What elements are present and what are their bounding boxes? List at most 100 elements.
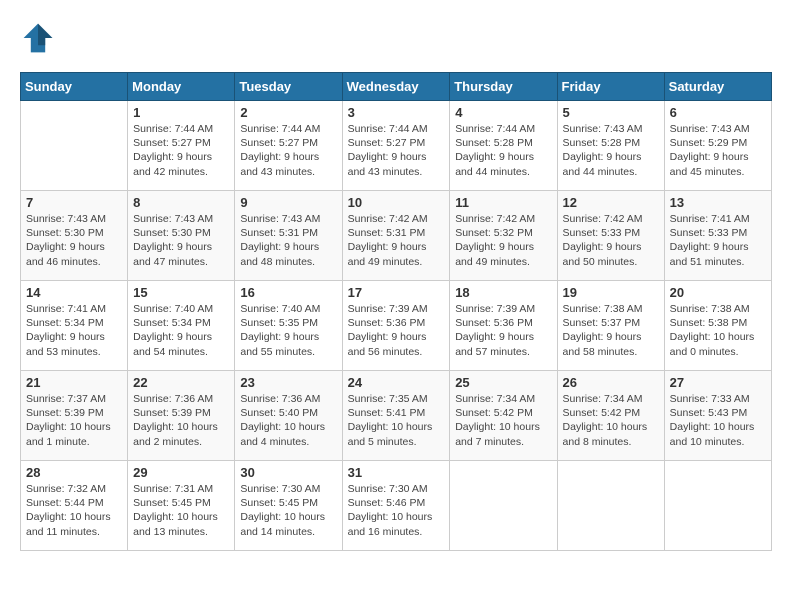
calendar-cell: 28Sunrise: 7:32 AM Sunset: 5:44 PM Dayli… [21,461,128,551]
day-number: 10 [348,195,445,210]
calendar-cell: 17 Sunrise: 7:39 AM Sunset: 5:36 PM Dayli… [342,281,450,371]
calendar-cell: 20Sunrise: 7:38 AM Sunset: 5:38 PM Dayli… [664,281,771,371]
day-info: Sunrise: 7:34 AM Sunset: 5:42 PM Dayligh… [455,392,551,449]
calendar-cell: 25 Sunrise: 7:34 AM Sunset: 5:42 PM Dayli… [450,371,557,461]
calendar-cell: 1 Sunrise: 7:44 AM Sunset: 5:27 PM Daylig… [128,101,235,191]
day-number: 7 [26,195,122,210]
day-number: 24 [348,375,445,390]
calendar-cell: 5 Sunrise: 7:43 AM Sunset: 5:28 PM Daylig… [557,101,664,191]
day-number: 25 [455,375,551,390]
day-info: Sunrise: 7:30 AM Sunset: 5:45 PM Dayligh… [240,482,336,539]
day-number: 31 [348,465,445,480]
day-info: Sunrise: 7:40 AM Sunset: 5:35 PM Dayligh… [240,302,336,359]
day-number: 6 [670,105,766,120]
day-info: Sunrise: 7:44 AM Sunset: 5:27 PM Dayligh… [240,122,336,179]
calendar-cell [21,101,128,191]
calendar-body: 1 Sunrise: 7:44 AM Sunset: 5:27 PM Daylig… [21,101,772,551]
calendar-header: SundayMondayTuesdayWednesdayThursdayFrid… [21,73,772,101]
day-info: Sunrise: 7:31 AM Sunset: 5:45 PM Dayligh… [133,482,229,539]
calendar-cell: 19 Sunrise: 7:38 AM Sunset: 5:37 PM Dayli… [557,281,664,371]
calendar-cell: 31 Sunrise: 7:30 AM Sunset: 5:46 PM Dayli… [342,461,450,551]
day-number: 1 [133,105,229,120]
weekday-tuesday: Tuesday [235,73,342,101]
weekday-thursday: Thursday [450,73,557,101]
weekday-saturday: Saturday [664,73,771,101]
day-info: Sunrise: 7:43 AM Sunset: 5:30 PM Dayligh… [26,212,122,269]
calendar-cell: 15 Sunrise: 7:40 AM Sunset: 5:34 PM Dayli… [128,281,235,371]
day-number: 18 [455,285,551,300]
day-info: Sunrise: 7:39 AM Sunset: 5:36 PM Dayligh… [348,302,445,359]
logo [20,20,60,56]
day-number: 21 [26,375,122,390]
day-info: Sunrise: 7:44 AM Sunset: 5:28 PM Dayligh… [455,122,551,179]
calendar-cell: 13Sunrise: 7:41 AM Sunset: 5:33 PM Dayli… [664,191,771,281]
calendar-cell: 6 Sunrise: 7:43 AM Sunset: 5:29 PM Daylig… [664,101,771,191]
calendar-cell: 22 Sunrise: 7:36 AM Sunset: 5:39 PM Dayli… [128,371,235,461]
day-info: Sunrise: 7:43 AM Sunset: 5:31 PM Dayligh… [240,212,336,269]
day-info: Sunrise: 7:33 AM Sunset: 5:43 PM Dayligh… [670,392,766,449]
day-number: 23 [240,375,336,390]
day-number: 22 [133,375,229,390]
day-number: 30 [240,465,336,480]
calendar-table: SundayMondayTuesdayWednesdayThursdayFrid… [20,72,772,551]
calendar-cell: 27 Sunrise: 7:33 AM Sunset: 5:43 PM Dayli… [664,371,771,461]
weekday-header-row: SundayMondayTuesdayWednesdayThursdayFrid… [21,73,772,101]
day-number: 29 [133,465,229,480]
calendar-cell: 9 Sunrise: 7:43 AM Sunset: 5:31 PM Daylig… [235,191,342,281]
day-info: Sunrise: 7:36 AM Sunset: 5:39 PM Dayligh… [133,392,229,449]
week-row-1: 1 Sunrise: 7:44 AM Sunset: 5:27 PM Daylig… [21,101,772,191]
weekday-monday: Monday [128,73,235,101]
calendar-cell [557,461,664,551]
day-info: Sunrise: 7:36 AM Sunset: 5:40 PM Dayligh… [240,392,336,449]
day-info: Sunrise: 7:42 AM Sunset: 5:31 PM Dayligh… [348,212,445,269]
calendar-cell: 30 Sunrise: 7:30 AM Sunset: 5:45 PM Dayli… [235,461,342,551]
day-number: 14 [26,285,122,300]
day-number: 2 [240,105,336,120]
calendar-cell: 21 Sunrise: 7:37 AM Sunset: 5:39 PM Dayli… [21,371,128,461]
weekday-wednesday: Wednesday [342,73,450,101]
day-number: 19 [563,285,659,300]
day-info: Sunrise: 7:37 AM Sunset: 5:39 PM Dayligh… [26,392,122,449]
day-info: Sunrise: 7:42 AM Sunset: 5:32 PM Dayligh… [455,212,551,269]
calendar-cell: 14Sunrise: 7:41 AM Sunset: 5:34 PM Dayli… [21,281,128,371]
day-info: Sunrise: 7:44 AM Sunset: 5:27 PM Dayligh… [133,122,229,179]
day-info: Sunrise: 7:42 AM Sunset: 5:33 PM Dayligh… [563,212,659,269]
day-number: 17 [348,285,445,300]
calendar-cell [450,461,557,551]
calendar-cell: 10 Sunrise: 7:42 AM Sunset: 5:31 PM Dayli… [342,191,450,281]
weekday-friday: Friday [557,73,664,101]
day-info: Sunrise: 7:43 AM Sunset: 5:29 PM Dayligh… [670,122,766,179]
day-info: Sunrise: 7:41 AM Sunset: 5:33 PM Dayligh… [670,212,766,269]
calendar-cell: 26Sunrise: 7:34 AM Sunset: 5:42 PM Dayli… [557,371,664,461]
day-number: 8 [133,195,229,210]
calendar-cell: 16 Sunrise: 7:40 AM Sunset: 5:35 PM Dayli… [235,281,342,371]
day-number: 16 [240,285,336,300]
week-row-5: 28Sunrise: 7:32 AM Sunset: 5:44 PM Dayli… [21,461,772,551]
calendar-cell: 23 Sunrise: 7:36 AM Sunset: 5:40 PM Dayli… [235,371,342,461]
week-row-2: 7 Sunrise: 7:43 AM Sunset: 5:30 PM Daylig… [21,191,772,281]
week-row-3: 14Sunrise: 7:41 AM Sunset: 5:34 PM Dayli… [21,281,772,371]
weekday-sunday: Sunday [21,73,128,101]
calendar-cell: 12 Sunrise: 7:42 AM Sunset: 5:33 PM Dayli… [557,191,664,281]
day-number: 5 [563,105,659,120]
day-info: Sunrise: 7:38 AM Sunset: 5:37 PM Dayligh… [563,302,659,359]
day-number: 11 [455,195,551,210]
page-header [20,20,772,56]
day-info: Sunrise: 7:38 AM Sunset: 5:38 PM Dayligh… [670,302,766,359]
day-info: Sunrise: 7:30 AM Sunset: 5:46 PM Dayligh… [348,482,445,539]
week-row-4: 21 Sunrise: 7:37 AM Sunset: 5:39 PM Dayli… [21,371,772,461]
day-number: 15 [133,285,229,300]
day-number: 12 [563,195,659,210]
day-number: 9 [240,195,336,210]
day-info: Sunrise: 7:32 AM Sunset: 5:44 PM Dayligh… [26,482,122,539]
day-info: Sunrise: 7:44 AM Sunset: 5:27 PM Dayligh… [348,122,445,179]
calendar-cell: 4 Sunrise: 7:44 AM Sunset: 5:28 PM Daylig… [450,101,557,191]
calendar-cell: 11 Sunrise: 7:42 AM Sunset: 5:32 PM Dayli… [450,191,557,281]
day-info: Sunrise: 7:34 AM Sunset: 5:42 PM Dayligh… [563,392,659,449]
day-number: 27 [670,375,766,390]
calendar-cell: 29 Sunrise: 7:31 AM Sunset: 5:45 PM Dayli… [128,461,235,551]
calendar-cell: 3Sunrise: 7:44 AM Sunset: 5:27 PM Daylig… [342,101,450,191]
day-number: 4 [455,105,551,120]
day-info: Sunrise: 7:40 AM Sunset: 5:34 PM Dayligh… [133,302,229,359]
day-info: Sunrise: 7:43 AM Sunset: 5:28 PM Dayligh… [563,122,659,179]
